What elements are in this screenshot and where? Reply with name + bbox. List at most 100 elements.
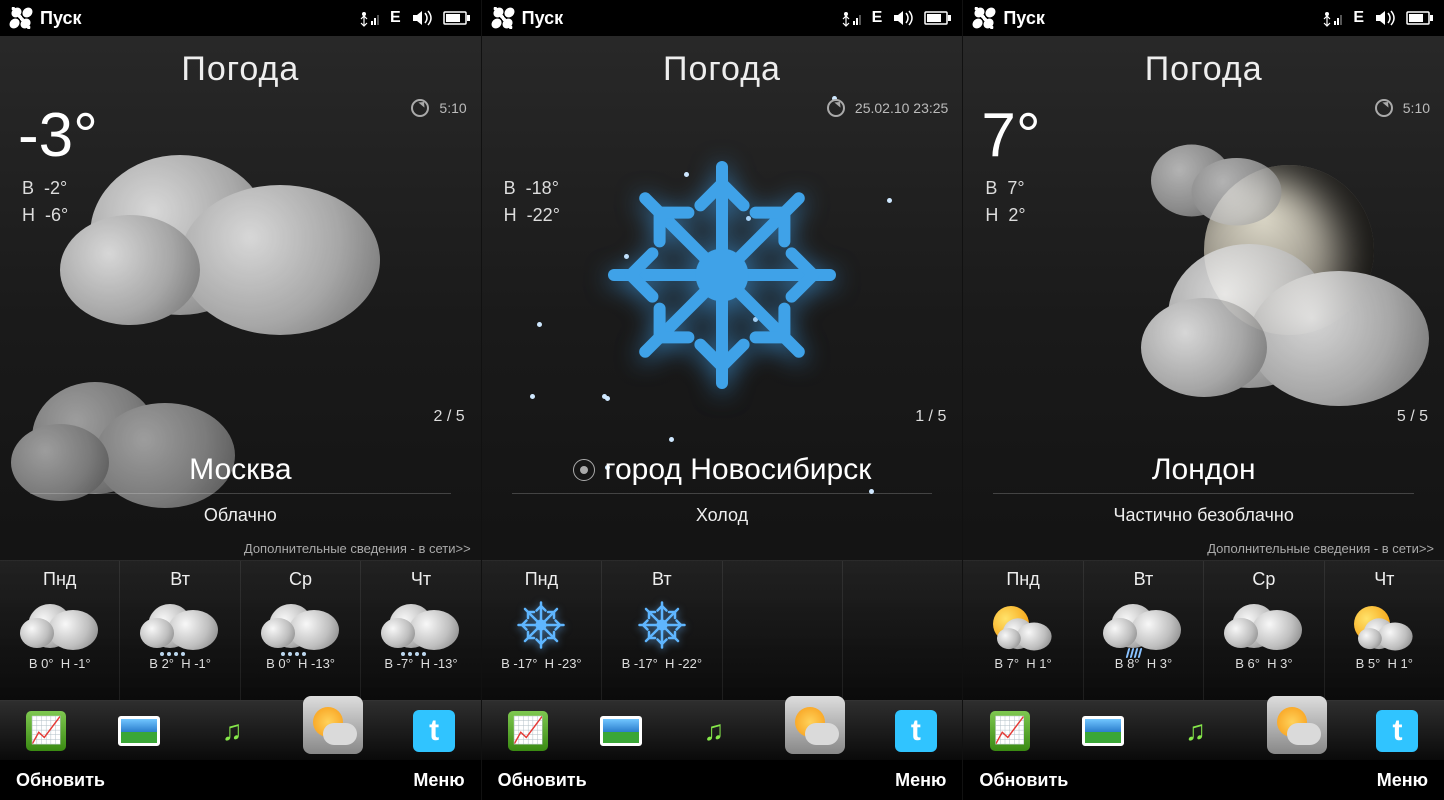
- forecast-day[interactable]: ЧтВ 5° Н 1°: [1325, 561, 1444, 700]
- forecast-day-label: Чт: [1329, 569, 1440, 590]
- signal-icon: [1321, 9, 1343, 27]
- stocks-app[interactable]: 📈: [988, 709, 1032, 753]
- more-info-link[interactable]: Дополнительные сведения - в сети>>: [244, 541, 471, 556]
- softkey-left[interactable]: Обновить: [979, 770, 1068, 791]
- twitter-app[interactable]: t: [894, 709, 938, 753]
- forecast-day[interactable]: Ср В 6° Н 3°: [1204, 561, 1324, 700]
- volume-icon: [1374, 9, 1396, 27]
- volume-icon: [411, 9, 433, 27]
- forecast-icon: [1208, 594, 1319, 656]
- start-label[interactable]: Пуск: [40, 8, 82, 29]
- page-indicator: 2 / 5: [434, 408, 465, 426]
- softkey-left[interactable]: Обновить: [498, 770, 587, 791]
- forecast-day-label: Ср: [245, 569, 356, 590]
- forecast-icon: [4, 594, 115, 656]
- signal-icon: [358, 9, 380, 27]
- phone-screen-0: ПускEПогода5:10-3°В -2°Н -6°2 / 5МоскваО…: [0, 0, 482, 800]
- weather-app[interactable]: [303, 696, 363, 754]
- edge-icon: E: [872, 9, 883, 27]
- forecast-hilo: В -7° Н -13°: [365, 656, 476, 671]
- softkey-bar: Обновить Меню: [482, 760, 963, 800]
- forecast-day[interactable]: Пнд В 7° Н 1°: [963, 561, 1083, 700]
- music-app[interactable]: ♫: [210, 709, 254, 753]
- battery-icon: [443, 10, 471, 26]
- weather-hero[interactable]: 25.02.10 23:25В -18°Н -22°1 / 5город Нов…: [482, 95, 963, 560]
- forecast-hilo: В -17° Н -23°: [486, 656, 597, 671]
- condition-text: Холод: [482, 505, 963, 526]
- forecast-hilo: В -17° Н -22°: [606, 656, 717, 671]
- forecast-icon: [1329, 594, 1440, 656]
- forecast-day[interactable]: СрВ 0° Н -13°: [241, 561, 361, 700]
- stocks-app[interactable]: 📈: [506, 709, 550, 753]
- location-target-icon: [573, 459, 595, 481]
- refresh-icon[interactable]: [411, 99, 429, 117]
- current-temp: -3°: [18, 105, 98, 167]
- weather-app[interactable]: [1267, 696, 1327, 754]
- softkey-right[interactable]: Меню: [895, 770, 946, 791]
- photos-app[interactable]: [117, 709, 161, 753]
- city-name: Москва: [30, 453, 451, 494]
- forecast-icon: [606, 594, 717, 656]
- softkey-left[interactable]: Обновить: [16, 770, 105, 791]
- forecast-hilo: В 6° Н 3°: [1208, 656, 1319, 671]
- high-low: В -18°Н -22°: [504, 175, 560, 229]
- high-low: В 7°Н 2°: [985, 175, 1025, 229]
- status-bar: ПускE: [0, 0, 481, 36]
- forecast-day-label: Пнд: [4, 569, 115, 590]
- forecast-day[interactable]: Вт В -17° Н -22°: [602, 561, 722, 700]
- battery-icon: [924, 10, 952, 26]
- twitter-app[interactable]: t: [1375, 709, 1419, 753]
- forecast-day-empty: [723, 561, 843, 700]
- status-bar: Пуск E: [963, 0, 1444, 36]
- forecast-day-label: Вт: [124, 569, 235, 590]
- forecast-day-label: Ср: [1208, 569, 1319, 590]
- refresh-icon[interactable]: [1375, 99, 1393, 117]
- weather-app[interactable]: [785, 696, 845, 754]
- forecast-day-label: Вт: [606, 569, 717, 590]
- weather-hero[interactable]: 5:107°В 7°Н 2°5 / 5ЛондонЧастично безобл…: [963, 95, 1444, 560]
- music-app[interactable]: ♫: [1174, 709, 1218, 753]
- weather-hero[interactable]: 5:10-3°В -2°Н -6°2 / 5МоскваОблачноДопол…: [0, 95, 481, 560]
- windows-logo-icon: [492, 7, 514, 29]
- photos-app[interactable]: [1081, 709, 1125, 753]
- softkey-right[interactable]: Меню: [413, 770, 464, 791]
- softkey-right[interactable]: Меню: [1377, 770, 1428, 791]
- forecast-day[interactable]: ВтВ 8° Н 3°: [1084, 561, 1204, 700]
- page-title: Погода: [482, 36, 963, 95]
- forecast-day[interactable]: ВтВ 2° Н -1°: [120, 561, 240, 700]
- photos-app[interactable]: [599, 709, 643, 753]
- refresh-icon[interactable]: [827, 99, 845, 117]
- forecast-icon: [967, 594, 1078, 656]
- forecast-day-label: Пнд: [967, 569, 1078, 590]
- city-name: Лондон: [993, 453, 1414, 494]
- forecast-hilo: В 0° Н -1°: [4, 656, 115, 671]
- edge-icon: E: [1353, 9, 1364, 27]
- forecast-day[interactable]: ПндВ -17° Н -23°: [482, 561, 602, 700]
- forecast-day[interactable]: ЧтВ -7° Н -13°: [361, 561, 480, 700]
- forecast-icon: [245, 594, 356, 656]
- forecast-day-empty: [843, 561, 962, 700]
- last-update: 5:10: [439, 100, 466, 116]
- condition-text: Частично безоблачно: [963, 505, 1444, 526]
- stocks-app[interactable]: 📈: [24, 709, 68, 753]
- battery-icon: [1406, 10, 1434, 26]
- more-info-link[interactable]: Дополнительные сведения - в сети>>: [1207, 541, 1434, 556]
- forecast-icon: [365, 594, 476, 656]
- forecast-day[interactable]: Пнд В 0° Н -1°: [0, 561, 120, 700]
- signal-icon: [840, 9, 862, 27]
- music-app[interactable]: ♫: [692, 709, 736, 753]
- start-label[interactable]: Пуск: [522, 8, 564, 29]
- page-title: Погода: [0, 36, 481, 95]
- forecast-day-label: Вт: [1088, 569, 1199, 590]
- forecast-hilo: В 7° Н 1°: [967, 656, 1078, 671]
- phone-screen-1: Пуск E Погода25.02.10 23:25В -18°Н -22°1 /…: [482, 0, 964, 800]
- status-bar: Пуск E: [482, 0, 963, 36]
- last-update: 5:10: [1403, 100, 1430, 116]
- windows-logo-icon: [10, 7, 32, 29]
- start-label[interactable]: Пуск: [1003, 8, 1045, 29]
- phone-screen-2: ПускEПогода5:107°В 7°Н 2°5 / 5ЛондонЧаст…: [963, 0, 1444, 800]
- current-temp: 7°: [981, 105, 1040, 167]
- volume-icon: [892, 9, 914, 27]
- page-title: Погода: [963, 36, 1444, 95]
- twitter-app[interactable]: t: [412, 709, 456, 753]
